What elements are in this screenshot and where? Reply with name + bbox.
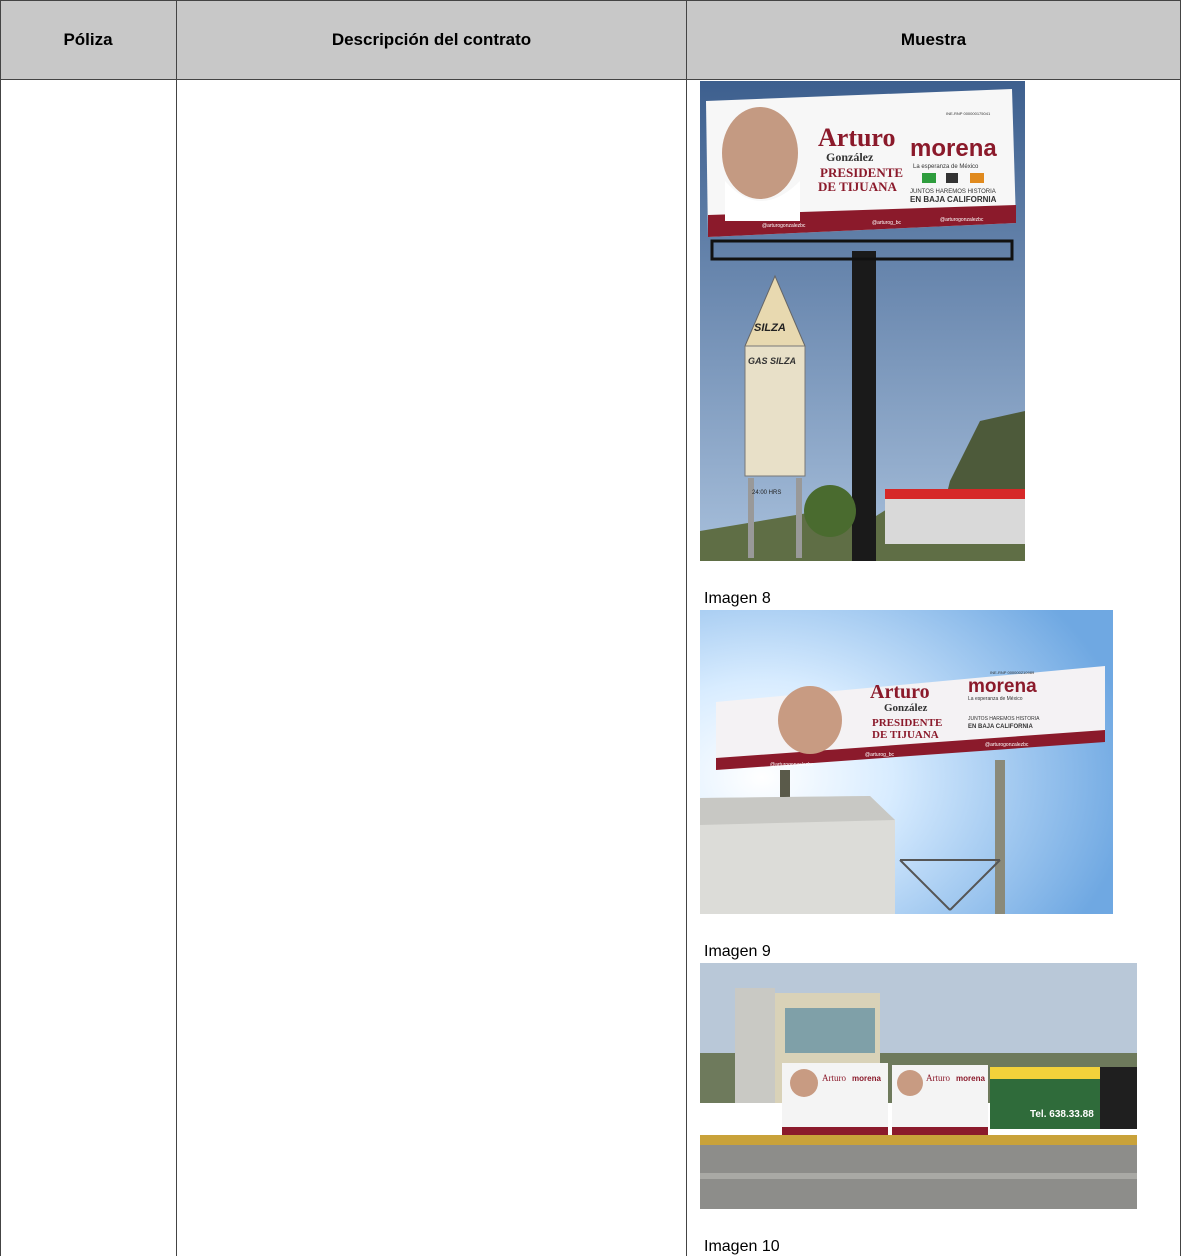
billboard-social-twitter: @arturog_bc xyxy=(872,220,901,226)
banner2-name: Arturo xyxy=(926,1073,950,1083)
banner1-party: morena xyxy=(852,1074,881,1083)
table-border-left xyxy=(0,0,1,1256)
billboard2-slogan-line2: EN BAJA CALIFORNIA xyxy=(968,724,1033,730)
billboard-ine-code: INE-RNP 000000175041 xyxy=(946,111,991,116)
header-muestra: Muestra xyxy=(900,30,967,49)
gas-sign-brand: SILZA xyxy=(754,322,786,334)
billboard2-office-line2: DE TIJUANA xyxy=(872,729,939,741)
caption-imagen-9: Imagen 9 xyxy=(704,943,771,960)
billboard-social-facebook: @arturogonzalezbc xyxy=(762,223,806,229)
banner1-name: Arturo xyxy=(822,1073,846,1083)
banner2-party: morena xyxy=(956,1074,985,1083)
billboard2-social-twitter: @arturog_bc xyxy=(865,752,894,758)
billboard2-party-tagline: La esperanza de México xyxy=(968,696,1023,702)
billboard-name-last: González xyxy=(826,150,874,164)
billboard-name-first: Arturo xyxy=(818,123,896,152)
billboard2-ine-code: INE-RNP 000000210989 xyxy=(990,670,1035,675)
billboard-photo-2: Arturo González PRESIDENTE DE TIJUANA mo… xyxy=(700,610,1113,914)
column-divider-1 xyxy=(176,0,177,1256)
billboard2-social-instagram: @arturogonzalezbc xyxy=(985,742,1029,748)
header-descripcion: Descripción del contrato xyxy=(331,30,532,49)
billboard-office-line2: DE TIJUANA xyxy=(818,179,897,194)
billboard-photo-1: Arturo González PRESIDENTE DE TIJUANA mo… xyxy=(700,81,1025,561)
caption-imagen-8: Imagen 8 xyxy=(704,590,771,607)
billboard-party-tagline: La esperanza de México xyxy=(913,164,979,170)
billboard-party: morena xyxy=(910,135,997,162)
header-poliza: Póliza xyxy=(63,30,113,49)
caption-imagen-10: Imagen 10 xyxy=(704,1238,780,1255)
gas-sign-brand-2: GAS SILZA xyxy=(748,356,796,366)
billboard2-name-first: Arturo xyxy=(870,681,930,703)
billboard2-social-facebook: @arturogonzalezbc xyxy=(770,762,814,768)
billboard2-party: morena xyxy=(968,676,1037,697)
billboard2-slogan-line1: JUNTOS HAREMOS HISTORIA xyxy=(968,716,1040,722)
fence-banners-photo: Arturo morena Arturo morena Tel. 638.33.… xyxy=(700,963,1137,1209)
billboard-slogan-line2: EN BAJA CALIFORNIA xyxy=(910,195,997,204)
gas-sign-hours: 24:00 HRS xyxy=(752,490,781,496)
billboard2-office-line1: PRESIDENTE xyxy=(872,717,942,729)
billboard-social-instagram: @arturogonzalezbc xyxy=(940,217,984,223)
billboard2-name-last: González xyxy=(884,702,927,714)
street-sign-phone: Tel. 638.33.88 xyxy=(1030,1109,1094,1120)
column-divider-2 xyxy=(686,0,687,1256)
billboard-office-line1: PRESIDENTE xyxy=(820,165,903,180)
